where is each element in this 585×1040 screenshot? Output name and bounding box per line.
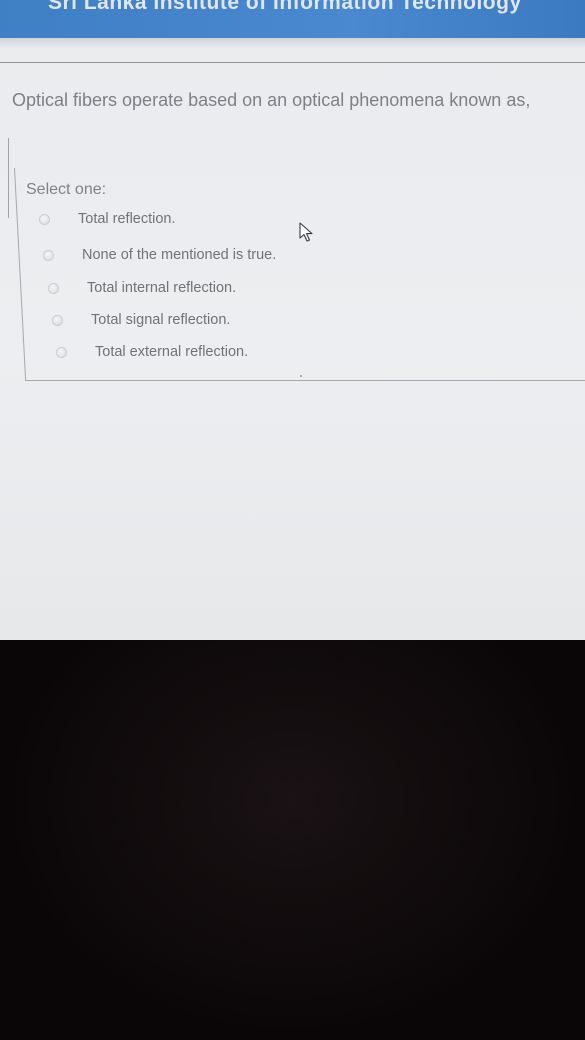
browser-screen: Sri Lanka Institute of Information Techn… [0,0,585,640]
header-divider [0,38,585,48]
radio-button[interactable] [48,282,59,294]
answer-option-label: Total reflection. [78,211,176,227]
question-info-panel-edge [0,138,9,218]
mouse-pointer-icon [299,222,313,242]
answer-option-label: Total signal reflection. [91,312,231,328]
answer-option-label: Total internal reflection. [87,280,237,296]
radio-button[interactable] [43,249,54,261]
answer-option[interactable]: Total internal reflection. [48,278,236,298]
answer-option[interactable]: Total external reflection. [56,342,248,362]
site-title: Sri Lanka Institute of Information Techn… [48,0,522,14]
monitor-bezel [0,640,585,1040]
answer-option[interactable]: Total signal reflection. [52,310,230,330]
radio-button[interactable] [39,213,50,225]
question-card: Optical fibers operate based on an optic… [0,62,585,133]
answer-option-label: None of the mentioned is true. [82,247,277,263]
stray-dot [300,375,302,377]
answer-option-label: Total external reflection. [95,344,249,360]
question-text: Optical fibers operate based on an optic… [12,90,531,110]
answer-option[interactable]: Total reflection. [39,209,176,229]
radio-button[interactable] [56,346,67,358]
select-one-label: Select one: [26,181,107,198]
radio-button[interactable] [52,314,63,326]
site-header: Sri Lanka Institute of Information Techn… [0,0,585,38]
answer-option[interactable]: None of the mentioned is true. [43,245,276,265]
